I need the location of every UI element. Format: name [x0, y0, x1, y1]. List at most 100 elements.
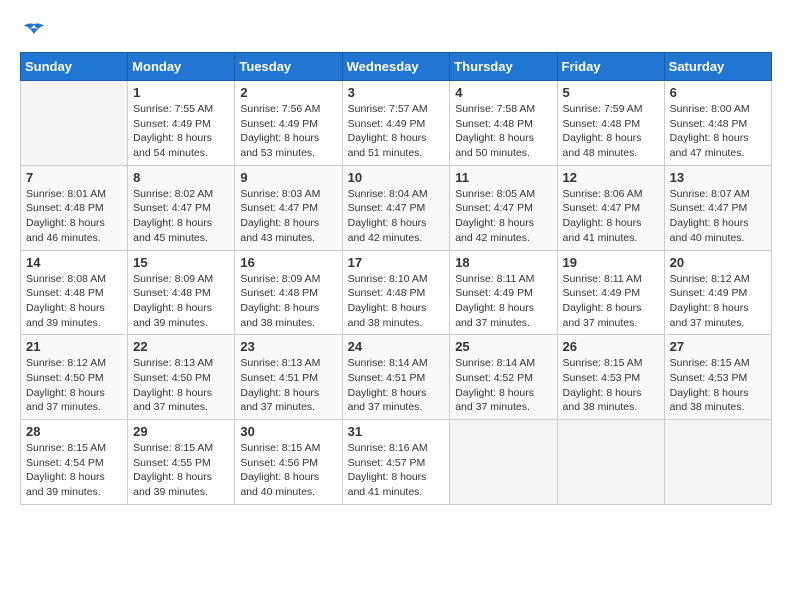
day-number: 3 [348, 85, 445, 100]
calendar-cell: 28Sunrise: 8:15 AM Sunset: 4:54 PM Dayli… [21, 420, 128, 505]
day-info: Sunrise: 8:03 AM Sunset: 4:47 PM Dayligh… [240, 187, 336, 246]
day-info: Sunrise: 8:07 AM Sunset: 4:47 PM Dayligh… [670, 187, 766, 246]
calendar-cell: 20 Sunrise: 8:12 AM Sunset: 4:49 PM Dayli… [664, 250, 771, 335]
day-number: 14 [26, 255, 122, 270]
calendar-cell: 5 Sunrise: 7:59 AM Sunset: 4:48 PM Daylig… [557, 81, 664, 166]
day-info: Sunrise: 7:58 AM Sunset: 4:48 PM Dayligh… [455, 102, 551, 161]
calendar-cell: 7 Sunrise: 8:01 AM Sunset: 4:48 PM Daylig… [21, 165, 128, 250]
day-info: Sunrise: 7:56 AM Sunset: 4:49 PM Dayligh… [240, 102, 336, 161]
day-number: 16 [240, 255, 336, 270]
calendar-cell: 10Sunrise: 8:04 AM Sunset: 4:47 PM Dayli… [342, 165, 450, 250]
day-number: 21 [26, 339, 122, 354]
calendar-table: SundayMondayTuesdayWednesdayThursdayFrid… [20, 52, 772, 505]
day-info: Sunrise: 8:09 AM Sunset: 4:48 PM Dayligh… [133, 272, 229, 331]
calendar-cell: 12 Sunrise: 8:06 AM Sunset: 4:47 PM Dayli… [557, 165, 664, 250]
calendar-cell: 8Sunrise: 8:02 AM Sunset: 4:47 PM Daylig… [128, 165, 235, 250]
day-number: 23 [240, 339, 336, 354]
calendar-cell: 9Sunrise: 8:03 AM Sunset: 4:47 PM Daylig… [235, 165, 342, 250]
day-number: 12 [563, 170, 659, 185]
day-info: Sunrise: 8:10 AM Sunset: 4:48 PM Dayligh… [348, 272, 445, 331]
day-number: 10 [348, 170, 445, 185]
day-number: 6 [670, 85, 766, 100]
calendar-week-row: 7 Sunrise: 8:01 AM Sunset: 4:48 PM Daylig… [21, 165, 772, 250]
calendar-cell: 2 Sunrise: 7:56 AM Sunset: 4:49 PM Daylig… [235, 81, 342, 166]
calendar-cell: 17 Sunrise: 8:10 AM Sunset: 4:48 PM Dayli… [342, 250, 450, 335]
day-info: Sunrise: 8:12 AM Sunset: 4:49 PM Dayligh… [670, 272, 766, 331]
day-number: 4 [455, 85, 551, 100]
calendar-cell: 16Sunrise: 8:09 AM Sunset: 4:48 PM Dayli… [235, 250, 342, 335]
day-info: Sunrise: 7:55 AM Sunset: 4:49 PM Dayligh… [133, 102, 229, 161]
day-info: Sunrise: 8:06 AM Sunset: 4:47 PM Dayligh… [563, 187, 659, 246]
calendar-week-row: 14 Sunrise: 8:08 AM Sunset: 4:48 PM Dayli… [21, 250, 772, 335]
day-info: Sunrise: 8:15 AM Sunset: 4:55 PM Dayligh… [133, 441, 229, 500]
calendar-header-saturday: Saturday [664, 53, 771, 81]
calendar-cell [450, 420, 557, 505]
day-number: 18 [455, 255, 551, 270]
calendar-header-monday: Monday [128, 53, 235, 81]
calendar-cell: 1 Sunrise: 7:55 AM Sunset: 4:49 PM Daylig… [128, 81, 235, 166]
day-info: Sunrise: 8:15 AM Sunset: 4:53 PM Dayligh… [563, 356, 659, 415]
day-number: 24 [348, 339, 445, 354]
day-number: 30 [240, 424, 336, 439]
day-info: Sunrise: 8:16 AM Sunset: 4:57 PM Dayligh… [348, 441, 445, 500]
calendar-cell [664, 420, 771, 505]
day-number: 2 [240, 85, 336, 100]
day-info: Sunrise: 8:00 AM Sunset: 4:48 PM Dayligh… [670, 102, 766, 161]
day-number: 13 [670, 170, 766, 185]
calendar-cell: 31 Sunrise: 8:16 AM Sunset: 4:57 PM Dayli… [342, 420, 450, 505]
day-number: 26 [563, 339, 659, 354]
logo-icon [20, 20, 48, 42]
calendar-cell: 21 Sunrise: 8:12 AM Sunset: 4:50 PM Dayli… [21, 335, 128, 420]
calendar-cell: 14 Sunrise: 8:08 AM Sunset: 4:48 PM Dayli… [21, 250, 128, 335]
calendar-cell: 23 Sunrise: 8:13 AM Sunset: 4:51 PM Dayli… [235, 335, 342, 420]
day-number: 25 [455, 339, 551, 354]
day-info: Sunrise: 8:12 AM Sunset: 4:50 PM Dayligh… [26, 356, 122, 415]
day-number: 31 [348, 424, 445, 439]
calendar-cell: 24Sunrise: 8:14 AM Sunset: 4:51 PM Dayli… [342, 335, 450, 420]
day-info: Sunrise: 8:13 AM Sunset: 4:51 PM Dayligh… [240, 356, 336, 415]
calendar-cell: 19Sunrise: 8:11 AM Sunset: 4:49 PM Dayli… [557, 250, 664, 335]
day-info: Sunrise: 8:11 AM Sunset: 4:49 PM Dayligh… [563, 272, 659, 331]
day-number: 29 [133, 424, 229, 439]
day-info: Sunrise: 8:08 AM Sunset: 4:48 PM Dayligh… [26, 272, 122, 331]
calendar-header-friday: Friday [557, 53, 664, 81]
day-info: Sunrise: 8:13 AM Sunset: 4:50 PM Dayligh… [133, 356, 229, 415]
calendar-header-tuesday: Tuesday [235, 53, 342, 81]
calendar-cell: 22 Sunrise: 8:13 AM Sunset: 4:50 PM Dayli… [128, 335, 235, 420]
day-number: 5 [563, 85, 659, 100]
day-number: 1 [133, 85, 229, 100]
calendar-week-row: 21 Sunrise: 8:12 AM Sunset: 4:50 PM Dayli… [21, 335, 772, 420]
day-number: 17 [348, 255, 445, 270]
day-info: Sunrise: 7:59 AM Sunset: 4:48 PM Dayligh… [563, 102, 659, 161]
day-info: Sunrise: 8:05 AM Sunset: 4:47 PM Dayligh… [455, 187, 551, 246]
day-number: 27 [670, 339, 766, 354]
day-info: Sunrise: 7:57 AM Sunset: 4:49 PM Dayligh… [348, 102, 445, 161]
calendar-cell: 25Sunrise: 8:14 AM Sunset: 4:52 PM Dayli… [450, 335, 557, 420]
calendar-cell: 18 Sunrise: 8:11 AM Sunset: 4:49 PM Dayli… [450, 250, 557, 335]
calendar-cell: 26 Sunrise: 8:15 AM Sunset: 4:53 PM Dayli… [557, 335, 664, 420]
calendar-cell [21, 81, 128, 166]
calendar-cell: 3 Sunrise: 7:57 AM Sunset: 4:49 PM Daylig… [342, 81, 450, 166]
logo [20, 20, 52, 42]
day-number: 22 [133, 339, 229, 354]
day-number: 15 [133, 255, 229, 270]
calendar-cell: 30 Sunrise: 8:15 AM Sunset: 4:56 PM Dayli… [235, 420, 342, 505]
day-info: Sunrise: 8:11 AM Sunset: 4:49 PM Dayligh… [455, 272, 551, 331]
day-number: 20 [670, 255, 766, 270]
calendar-cell: 29 Sunrise: 8:15 AM Sunset: 4:55 PM Dayli… [128, 420, 235, 505]
day-info: Sunrise: 8:15 AM Sunset: 4:53 PM Dayligh… [670, 356, 766, 415]
day-number: 7 [26, 170, 122, 185]
day-info: Sunrise: 8:15 AM Sunset: 4:56 PM Dayligh… [240, 441, 336, 500]
page-header [20, 20, 772, 42]
calendar-header-wednesday: Wednesday [342, 53, 450, 81]
calendar-header-row: SundayMondayTuesdayWednesdayThursdayFrid… [21, 53, 772, 81]
day-info: Sunrise: 8:15 AM Sunset: 4:54 PM Dayligh… [26, 441, 122, 500]
calendar-header-thursday: Thursday [450, 53, 557, 81]
calendar-week-row: 28Sunrise: 8:15 AM Sunset: 4:54 PM Dayli… [21, 420, 772, 505]
calendar-cell: 6 Sunrise: 8:00 AM Sunset: 4:48 PM Daylig… [664, 81, 771, 166]
calendar-cell: 4 Sunrise: 7:58 AM Sunset: 4:48 PM Daylig… [450, 81, 557, 166]
calendar-cell [557, 420, 664, 505]
day-info: Sunrise: 8:01 AM Sunset: 4:48 PM Dayligh… [26, 187, 122, 246]
day-number: 8 [133, 170, 229, 185]
calendar-cell: 11Sunrise: 8:05 AM Sunset: 4:47 PM Dayli… [450, 165, 557, 250]
